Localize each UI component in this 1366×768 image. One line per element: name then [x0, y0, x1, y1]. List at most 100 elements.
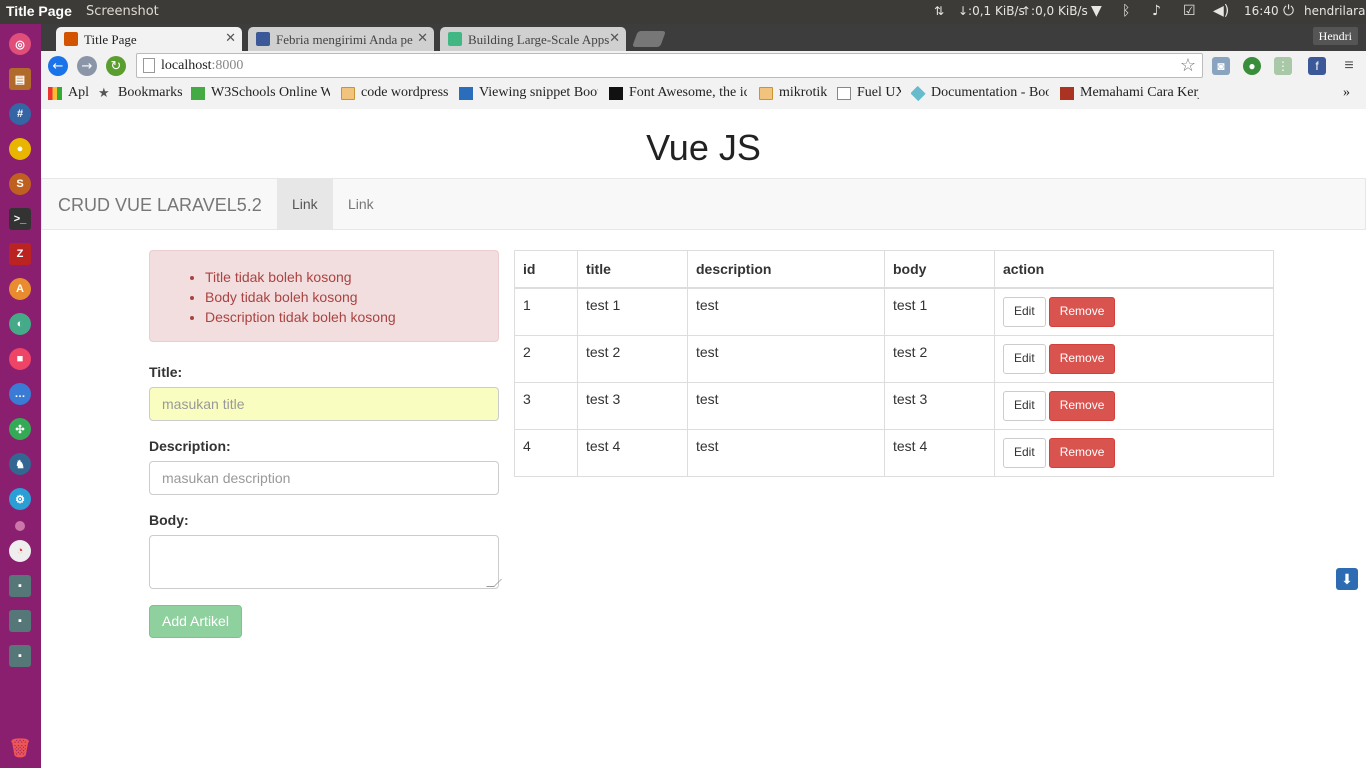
tab-title-page[interactable]: Title Page ✕ [56, 27, 242, 51]
cell-id: 4 [514, 428, 578, 477]
power-icon[interactable]: ⏻ [1283, 3, 1294, 19]
tree-icon[interactable]: ⋮ [1274, 57, 1292, 75]
edit-button[interactable]: Edit [1003, 390, 1046, 421]
chat-icon[interactable]: … [9, 383, 31, 405]
reload-icon[interactable]: ↻ [106, 56, 126, 76]
bookmark-documentation[interactable]: Documentation - Boot [911, 85, 1049, 101]
tab-label: Febria mengirimi Anda pe [276, 32, 413, 47]
cell-description: test [687, 287, 885, 336]
username[interactable]: hendrilara [1304, 4, 1365, 18]
tab-label: Building Large-Scale Apps [468, 32, 610, 47]
cell-title: test 3 [577, 381, 688, 430]
workspace-icon[interactable]: ▪ [9, 645, 31, 667]
error-message: Title tidak boleh kosong [205, 267, 396, 287]
bookmark-star-icon[interactable]: ☆ [1180, 55, 1196, 76]
description-input[interactable] [149, 461, 499, 495]
bookmark-bootsnipp[interactable]: Viewing snippet Boots [459, 85, 598, 101]
table-row: 3 test 3 test test 3 Edit Remove [514, 381, 1274, 430]
globe-icon[interactable]: ● [1243, 57, 1261, 75]
remove-button[interactable]: Remove [1048, 437, 1116, 468]
cell-body: test 2 [884, 334, 995, 383]
add-artikel-button[interactable]: Add Artikel [149, 605, 242, 638]
url-port: :8000 [211, 58, 244, 73]
edit-button[interactable]: Edit [1003, 343, 1046, 374]
title-input[interactable] [149, 387, 499, 421]
files-icon[interactable]: ▤ [9, 68, 31, 90]
settings-icon[interactable]: ⚙ [9, 488, 31, 510]
forward-icon[interactable]: → [77, 56, 97, 76]
browser-chrome: Title Page ✕ Febria mengirimi Anda pe ✕ … [41, 24, 1366, 109]
clock[interactable]: 16:40 [1244, 4, 1279, 18]
new-tab-button[interactable] [632, 31, 666, 47]
postgres-icon[interactable]: ♞ [9, 453, 31, 475]
tab-vue[interactable]: Building Large-Scale Apps ✕ [440, 27, 626, 51]
filezilla-icon[interactable]: Z [9, 243, 31, 265]
workspace-icon[interactable]: ▪ [9, 575, 31, 597]
bluetooth-icon[interactable]: ᛒ [1122, 3, 1130, 19]
wifi-icon[interactable]: ▼ [1091, 3, 1102, 19]
close-tab-icon[interactable]: ✕ [225, 31, 236, 46]
chart-icon[interactable]: ◔ [9, 540, 31, 562]
terminal-icon[interactable]: >_ [9, 208, 31, 230]
nav-link-2[interactable]: Link [333, 179, 389, 229]
cell-id: 1 [514, 287, 578, 336]
page-content: Vue JS CRUD VUE LARAVEL5.2 Link Link Tit… [41, 109, 1366, 768]
bookmarks-overflow[interactable]: » [1343, 85, 1350, 101]
sublime-icon[interactable]: S [9, 173, 31, 195]
remove-button[interactable]: Remove [1048, 390, 1116, 421]
error-message: Description tidak boleh kosong [205, 307, 396, 327]
bookmark-w3schools[interactable]: W3Schools Online Wel [191, 85, 330, 101]
bookmark-mikrotik[interactable]: mikrotik [759, 85, 829, 101]
tab-facebook[interactable]: Febria mengirimi Anda pe ✕ [248, 27, 434, 51]
profile-button[interactable]: Hendri [1312, 27, 1358, 45]
cell-id: 3 [514, 381, 578, 430]
ubuntu-icon[interactable]: ◎ [9, 33, 31, 55]
body-label: Body: [149, 512, 189, 528]
edit-button[interactable]: Edit [1003, 296, 1046, 327]
navbar-brand[interactable]: CRUD VUE LARAVEL5.2 [58, 195, 262, 216]
net-down-speed: ↓:0,1 KiB/s [958, 4, 1025, 18]
pinwheel-icon[interactable]: ✣ [9, 418, 31, 440]
trash-icon[interactable]: 🗑 [9, 737, 32, 759]
toggle-icon[interactable]: ◐ [9, 313, 31, 335]
facebook-icon[interactable]: f [1308, 57, 1326, 75]
back-icon[interactable]: ← [48, 56, 68, 76]
remove-button[interactable]: Remove [1048, 296, 1116, 327]
chrome-icon[interactable]: ● [9, 138, 31, 160]
cell-id: 2 [514, 334, 578, 383]
bookmark-apps[interactable]: Apl [48, 85, 90, 101]
bookmark-font-awesome[interactable]: Font Awesome, the ico [609, 85, 747, 101]
address-bar[interactable]: localhost:8000 ☆ [136, 53, 1203, 78]
close-tab-icon[interactable]: ✕ [609, 31, 620, 46]
bell-icon[interactable]: ♪ [1152, 3, 1161, 19]
camera-icon[interactable]: ◙ [1212, 57, 1230, 75]
software-center-icon[interactable]: A [9, 278, 31, 300]
bookmark-bookmarks[interactable]: ★ Bookmarks [98, 85, 183, 101]
hexchat-icon[interactable]: # [9, 103, 31, 125]
nav-link-1[interactable]: Link [277, 179, 333, 229]
workspace-icon[interactable]: ▪ [9, 610, 31, 632]
bookmark-code-wordpress[interactable]: code wordpress [341, 85, 451, 101]
articles-table: id title description body action 1 test … [514, 250, 1274, 477]
bookmark-memahami[interactable]: Memahami Cara Kerja [1060, 85, 1199, 101]
star-favicon-icon [64, 32, 78, 46]
page-icon [837, 87, 851, 100]
body-textarea[interactable] [149, 535, 499, 589]
menu-icon[interactable]: ≡ [1340, 57, 1358, 75]
apps-grid-icon [48, 87, 62, 100]
cell-action: Edit Remove [994, 428, 1274, 477]
remove-button[interactable]: Remove [1048, 343, 1116, 374]
edit-button[interactable]: Edit [1003, 437, 1046, 468]
volume-icon[interactable]: ◀) [1213, 3, 1229, 19]
site-icon [1060, 87, 1074, 100]
screenshot-label: Screenshot [86, 4, 159, 19]
bookmark-fuel-ux[interactable]: Fuel UX [837, 85, 901, 101]
app-icon[interactable]: ■ [9, 348, 31, 370]
download-arrow-icon[interactable]: ⬇ [1336, 568, 1358, 590]
network-arrows-icon[interactable]: ⇅ [934, 4, 944, 18]
close-tab-icon[interactable]: ✕ [417, 31, 428, 46]
checklist-icon[interactable]: ☑ [1183, 3, 1196, 19]
bookmarks-bar: Apl ★ Bookmarks W3Schools Online Wel code… [41, 81, 1366, 106]
column-header: action [994, 250, 1274, 289]
small-icon[interactable] [15, 521, 25, 531]
